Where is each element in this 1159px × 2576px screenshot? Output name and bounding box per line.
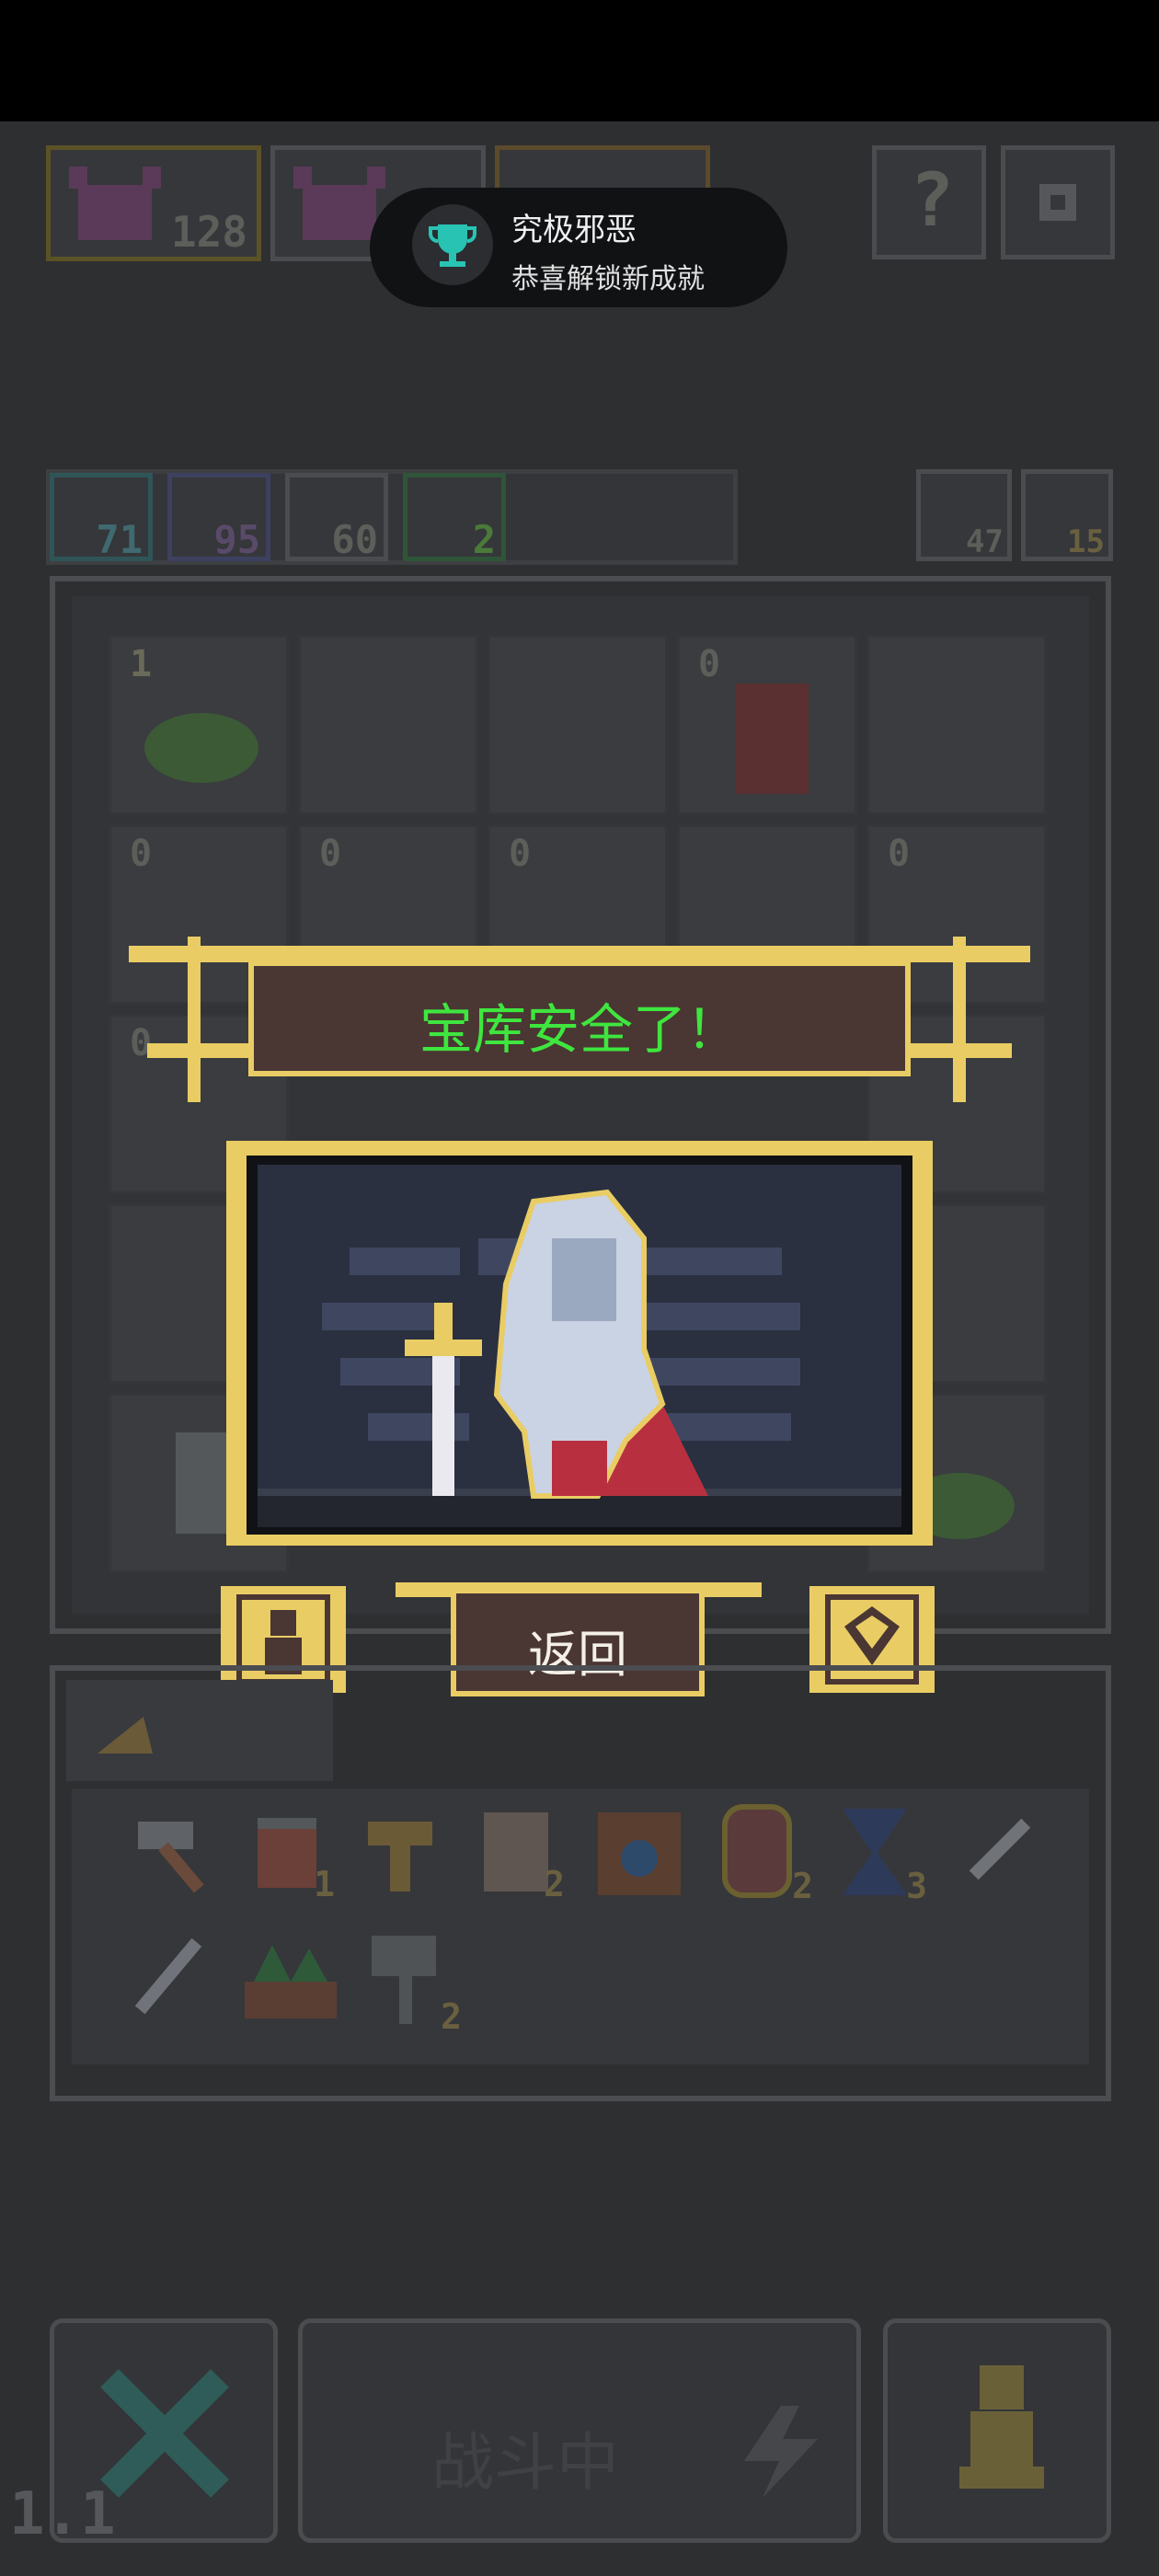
dialog-title-plate: 宝库安全了！: [248, 960, 911, 1076]
toast-subtitle: 恭喜解锁新成就: [511, 263, 705, 295]
pawn-icon: [959, 2365, 1044, 2489]
cheese-icon: [98, 1717, 153, 1754]
unit-count: 128: [170, 207, 247, 257]
dagger-icon: [969, 1818, 1031, 1880]
inventory-item-barrel[interactable]: 1: [239, 1803, 340, 1904]
lightning-icon: [744, 2406, 818, 2498]
stat-key: 15: [1021, 469, 1113, 561]
inventory-tab[interactable]: [66, 1680, 333, 1781]
battle-label: 战斗中: [431, 2427, 620, 2500]
stat-wing: 60: [285, 473, 388, 562]
unit-slot-1[interactable]: 128: [46, 145, 261, 261]
stat-lightning: 95: [167, 473, 270, 562]
grass-icon: [245, 1945, 337, 2018]
unit-shop-button[interactable]: [883, 2318, 1111, 2543]
settings-button[interactable]: [1001, 145, 1115, 259]
inventory-item-totem[interactable]: [350, 1803, 451, 1904]
inventory-item-grass[interactable]: [235, 1926, 346, 2028]
status-bar: [0, 0, 1159, 121]
inventory-item-mirror[interactable]: 2: [714, 1800, 815, 1906]
green-slime-icon: [144, 713, 258, 783]
inventory-item-hourglass[interactable]: 3: [828, 1800, 929, 1906]
inventory-item-sword[interactable]: [116, 1926, 217, 2028]
gear-icon: [1039, 184, 1076, 221]
inventory-item-dagger[interactable]: [947, 1803, 1049, 1904]
speed-indicator[interactable]: 1.1: [9, 2480, 116, 2548]
inventory-item-hammer[interactable]: [129, 1803, 230, 1904]
dialog-title: 宝库安全了！: [419, 998, 740, 1061]
knight-artwork: [258, 1165, 901, 1527]
help-button[interactable]: ?: [872, 145, 986, 259]
grid-cell[interactable]: [488, 635, 668, 815]
dialog-left-post: [188, 937, 201, 1102]
potion-board-icon: [598, 1812, 681, 1895]
inventory-item-potion-board[interactable]: [589, 1803, 690, 1904]
sword-icon: [134, 1938, 202, 2015]
red-demon-icon: [735, 684, 809, 794]
grid-cell[interactable]: 0: [677, 635, 857, 815]
battle-button[interactable]: 战斗中: [298, 2318, 861, 2543]
dialog-right-post: [953, 937, 966, 1102]
stat-spiral: 71: [50, 473, 153, 562]
grid-cell[interactable]: [298, 635, 478, 815]
trophy-icon: [412, 204, 493, 285]
inventory-item-axe[interactable]: 2: [359, 1926, 469, 2037]
totem-icon: [368, 1822, 432, 1892]
hammer-icon: [138, 1822, 204, 1893]
grid-cell[interactable]: [866, 635, 1047, 815]
stat-exit: 47: [916, 469, 1012, 561]
grid-cell[interactable]: 1: [109, 635, 289, 815]
toast-title: 究极邪恶: [511, 212, 637, 248]
inventory-item-scroll[interactable]: 2: [469, 1803, 570, 1904]
purple-demon-icon: [69, 167, 161, 240]
stat-leaf: 2: [403, 473, 506, 562]
